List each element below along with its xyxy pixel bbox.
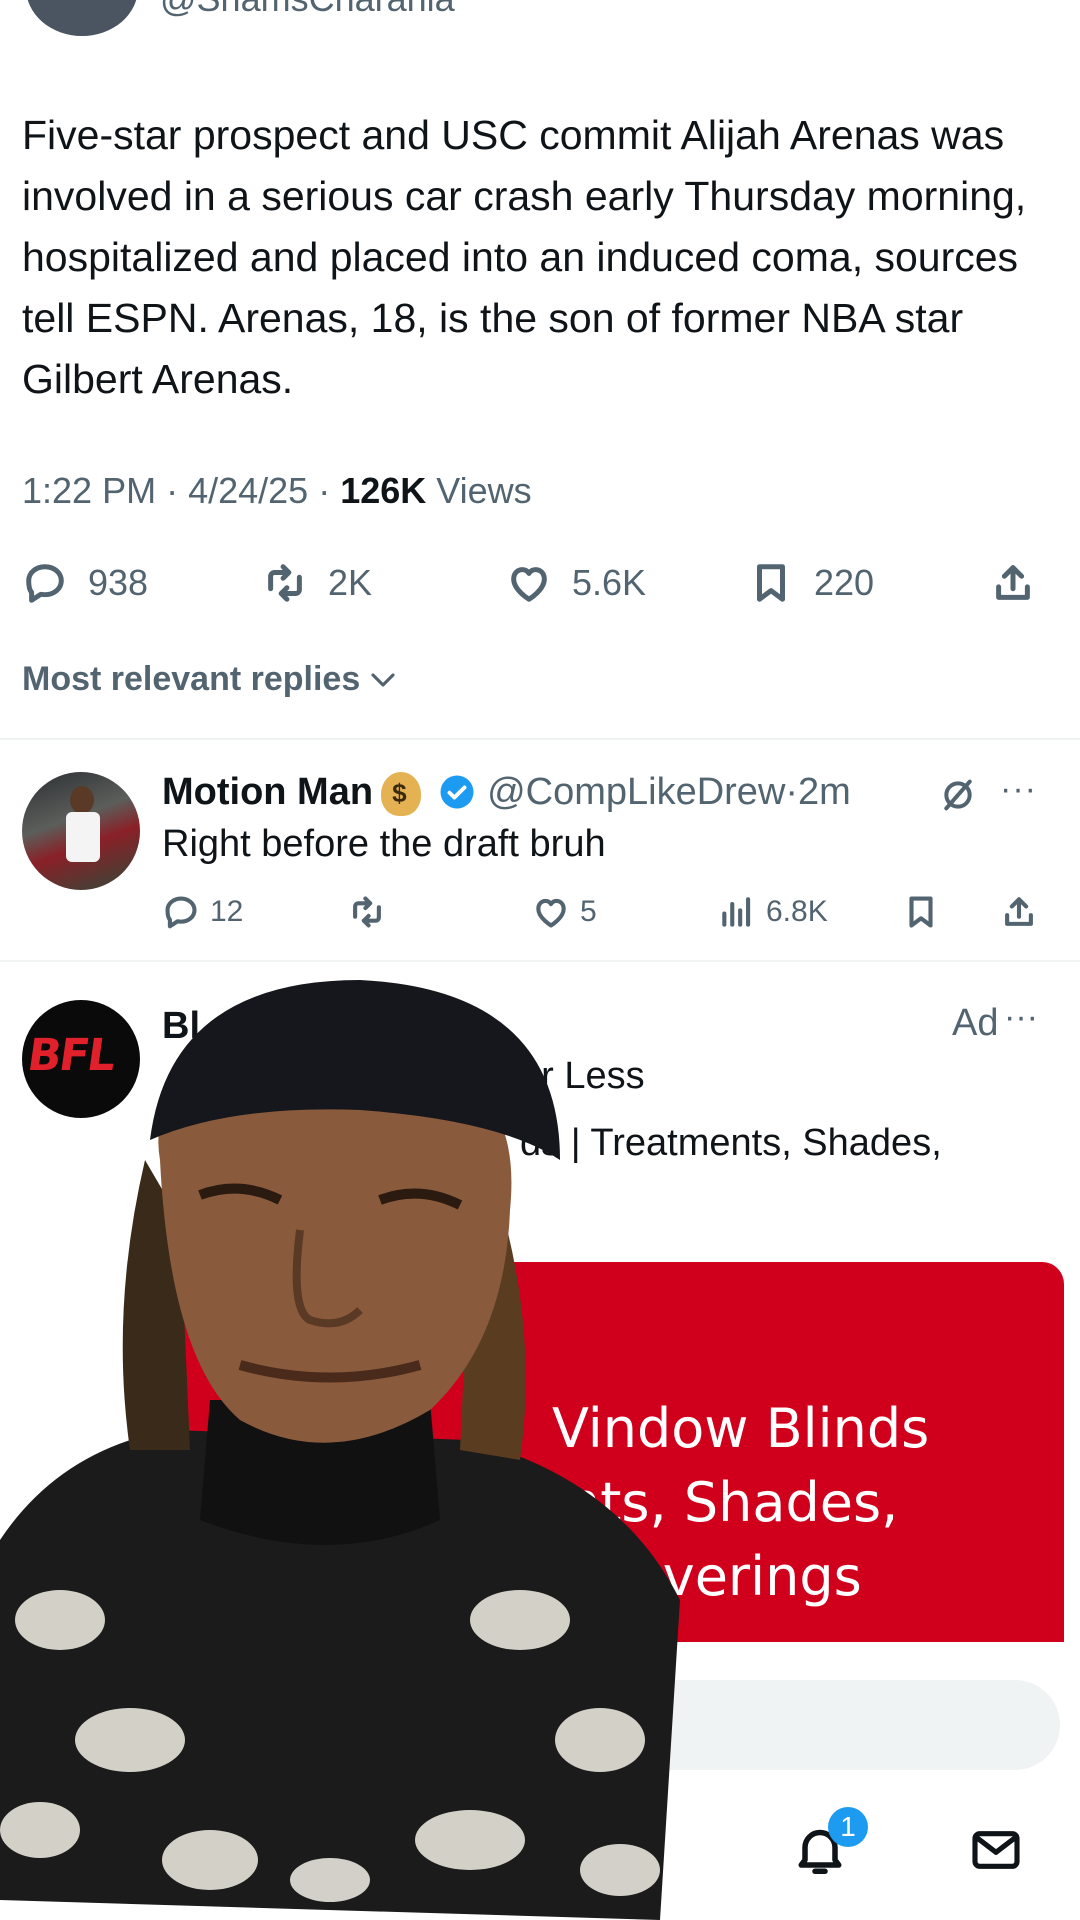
tweet-date: 4/24/25 — [188, 470, 309, 511]
reply-repost-button[interactable] — [348, 886, 386, 938]
repost-count: 2K — [328, 562, 373, 603]
reply-views-button[interactable]: 6.8K — [718, 886, 828, 938]
reply-age: 2m — [798, 770, 851, 813]
tweet-text: Five-star prospect and USC commit Alijah… — [22, 112, 1027, 402]
repost-button[interactable]: 2K — [262, 548, 372, 618]
views-label[interactable]: Views — [436, 470, 531, 511]
bookmark-icon — [909, 896, 933, 928]
money-bag-emoji-icon — [381, 772, 422, 816]
grok-icon[interactable] — [938, 775, 978, 815]
reply-share-button[interactable] — [1000, 886, 1038, 938]
notifications-badge: 1 — [828, 1807, 868, 1847]
author-avatar[interactable] — [26, 0, 138, 36]
share-button[interactable] — [990, 548, 1036, 618]
reply-like-button[interactable]: 5 — [532, 886, 597, 938]
verified-icon — [440, 775, 474, 809]
views-count: 126K — [340, 470, 427, 511]
like-button[interactable]: 5.6K — [506, 548, 646, 618]
bookmark-icon — [757, 564, 785, 602]
chevron-down-icon — [371, 672, 395, 687]
divider — [0, 738, 1080, 740]
repost-icon — [353, 896, 381, 928]
replies-sort-dropdown[interactable]: Most relevant replies — [22, 660, 398, 699]
more-icon[interactable]: ··· — [1004, 998, 1038, 1037]
reply-author-handle[interactable]: @CompLikeDrew — [487, 771, 785, 814]
reply-avatar[interactable] — [22, 772, 140, 890]
views-icon — [722, 897, 751, 927]
bookmark-count: 220 — [814, 562, 875, 603]
replies-sort-label: Most relevant replies — [22, 660, 361, 698]
ad-label: Ad — [952, 1002, 999, 1044]
reply-like-count: 5 — [580, 895, 597, 928]
like-icon — [511, 567, 547, 602]
share-icon — [1005, 897, 1033, 926]
reply-count: 938 — [88, 562, 149, 603]
more-icon[interactable]: ··· — [1000, 770, 1037, 809]
like-icon — [536, 898, 566, 928]
bookmark-button[interactable]: 220 — [748, 548, 874, 618]
separator-dot: · — [785, 770, 799, 813]
tweet-time: 1:22 PM — [22, 470, 157, 511]
tweet-actions: 938 2K 5.6K 220 — [0, 548, 1080, 618]
mail-icon[interactable] — [968, 1822, 1024, 1878]
reply-header: Motion Man @CompLikeDrew · 2m — [162, 770, 851, 816]
reply-author-name[interactable]: Motion Man — [162, 771, 373, 814]
like-count: 5.6K — [572, 562, 647, 603]
repost-icon — [268, 564, 302, 602]
author-handle[interactable]: @ShamsCharania — [160, 0, 455, 20]
reply-reply-button[interactable]: 12 — [162, 886, 243, 938]
reply-reply-count: 12 — [210, 895, 244, 928]
tweet-meta: 1:22 PM · 4/24/25 · 126K Views — [22, 470, 532, 511]
reply-icon — [26, 564, 64, 603]
reply-bookmark-button[interactable] — [902, 886, 940, 938]
reply-icon — [165, 896, 197, 929]
divider — [0, 960, 1080, 962]
video-overlay-person — [0, 980, 690, 1920]
reply-views-count: 6.8K — [766, 895, 828, 928]
share-icon — [996, 565, 1030, 600]
reply-button[interactable]: 938 — [22, 548, 148, 618]
reply-text: Right before the draft bruh — [162, 823, 606, 865]
